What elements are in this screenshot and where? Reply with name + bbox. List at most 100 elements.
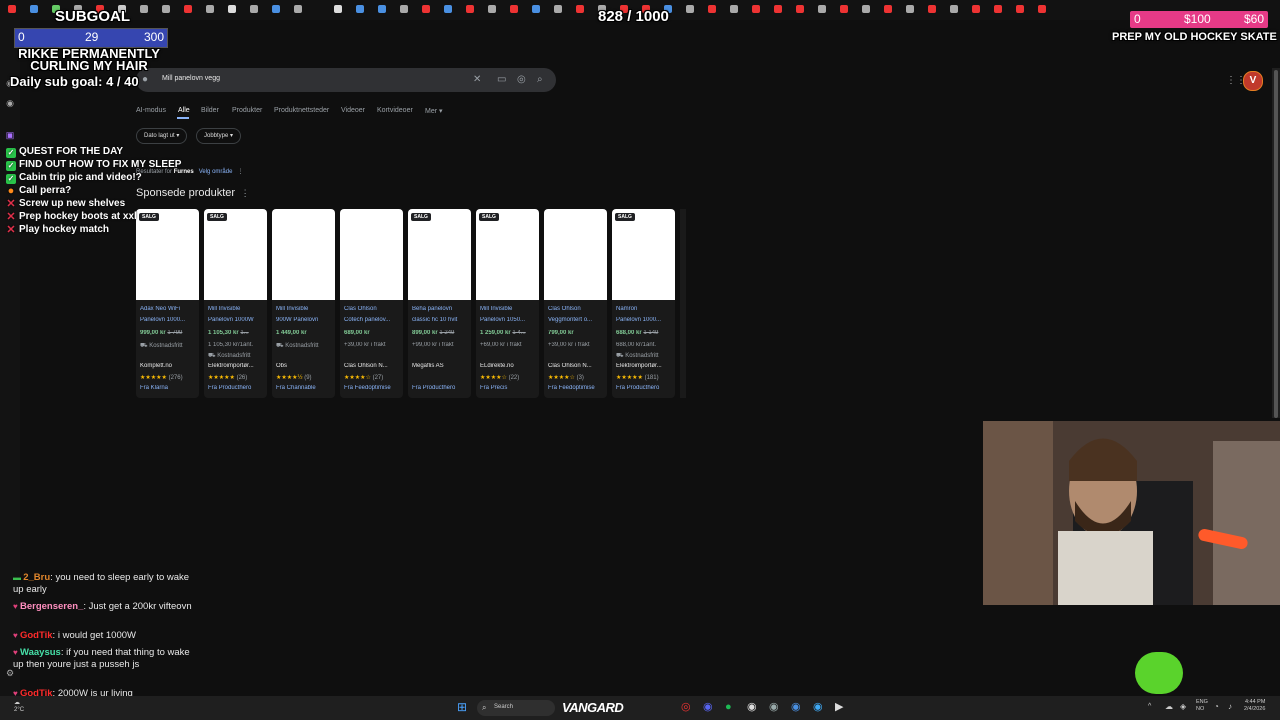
tab-images[interactable]: Bilder xyxy=(201,107,219,114)
product-image[interactable] xyxy=(408,209,471,300)
product-card[interactable]: SALG Beha panelovn classic hc 10 hvit 899,0… xyxy=(408,209,471,398)
tab-ai-mode[interactable]: AI-modus xyxy=(136,107,166,114)
merchant-link[interactable]: Fra Feedoptimise xyxy=(344,385,401,391)
volume-icon[interactable]: ♪ xyxy=(1228,702,1232,711)
whatsapp-icon[interactable]: ◉ xyxy=(5,98,15,108)
clock[interactable]: 4:44 PM 2/4/2026 xyxy=(1244,699,1265,713)
tab-favicon-icon[interactable] xyxy=(294,5,302,13)
product-image[interactable] xyxy=(136,209,199,300)
choose-area-link[interactable]: Velg område xyxy=(199,169,233,175)
search-icon[interactable]: ⌕ xyxy=(537,74,543,86)
tab-favicon-icon[interactable] xyxy=(488,5,496,13)
tab-favicon-icon[interactable] xyxy=(162,5,170,13)
tab-favicon-icon[interactable] xyxy=(686,5,694,13)
chat-username[interactable]: 2_Bru xyxy=(23,572,50,583)
obs-icon[interactable]: ◉ xyxy=(747,701,757,713)
tab-favicon-icon[interactable] xyxy=(774,5,782,13)
tab-favicon-icon[interactable] xyxy=(818,5,826,13)
start-icon[interactable]: ⊞ xyxy=(457,701,469,713)
tab-favicon-icon[interactable] xyxy=(510,5,518,13)
tab-favicon-icon[interactable] xyxy=(334,5,342,13)
product-image[interactable] xyxy=(204,209,267,300)
product-image[interactable] xyxy=(476,209,539,300)
tab-more[interactable]: Mer ▾ xyxy=(425,107,443,115)
taskbar-search[interactable]: ⌕ Search xyxy=(477,700,555,716)
tab-favicon-icon[interactable] xyxy=(140,5,148,13)
product-card-partial[interactable] xyxy=(680,209,686,398)
merchant-link[interactable]: Fra Klarna xyxy=(140,385,197,391)
tab-favicon-icon[interactable] xyxy=(250,5,258,13)
product-card[interactable]: SALG Namron Panelovn 1000... 688,00 kr 1 14… xyxy=(612,209,675,398)
merchant-link[interactable]: Fra Precis xyxy=(480,385,537,391)
filter-job-type[interactable]: Jobbtype ▾ xyxy=(196,128,242,144)
keyboard-icon[interactable]: ▭ xyxy=(497,74,506,86)
merchant-link[interactable]: Fra Producthero xyxy=(412,385,469,391)
tab-favicon-icon[interactable] xyxy=(554,5,562,13)
tab-favicon-icon[interactable] xyxy=(928,5,936,13)
product-card[interactable]: Mill Invisible 900W Panelovn 1 449,00 kr ⛟ … xyxy=(272,209,335,398)
tab-favicon-icon[interactable] xyxy=(906,5,914,13)
tab-favicon-icon[interactable] xyxy=(532,5,540,13)
merchant-link[interactable]: Fra Producthero xyxy=(208,385,265,391)
tray-overflow-icon[interactable]: ^ xyxy=(1148,703,1151,710)
tab-favicon-icon[interactable] xyxy=(950,5,958,13)
tab-favicon-icon[interactable] xyxy=(708,5,716,13)
tab-short-videos[interactable]: Kortvideoer xyxy=(377,107,413,114)
tab-favicon-icon[interactable] xyxy=(862,5,870,13)
opera-icon[interactable]: ◎ xyxy=(681,701,691,713)
media-player-icon[interactable]: ▶ xyxy=(835,701,843,713)
network-icon[interactable]: ☁ xyxy=(1165,702,1173,711)
product-card[interactable]: Clas Ohlson Veggmontert o... 799,00 kr +39,… xyxy=(544,209,607,398)
tab-favicon-icon[interactable] xyxy=(466,5,474,13)
tab-favicon-icon[interactable] xyxy=(752,5,760,13)
wifi-icon[interactable]: ◔ xyxy=(1214,702,1219,711)
product-card[interactable]: SALG Mill Invisible Panelovn 1000W 1 105,30… xyxy=(204,209,267,398)
product-card[interactable]: SALG Adax Neo WiFi Panelovn 1000... 999,00 … xyxy=(136,209,199,398)
steam-icon[interactable]: ◉ xyxy=(769,701,779,713)
tab-favicon-icon[interactable] xyxy=(994,5,1002,13)
tab-favicon-icon[interactable] xyxy=(1016,5,1024,13)
tab-favicon-icon[interactable] xyxy=(576,5,584,13)
shield-icon[interactable]: ◈ xyxy=(1180,702,1186,711)
tab-favicon-icon[interactable] xyxy=(356,5,364,13)
tab-favicon-icon[interactable] xyxy=(206,5,214,13)
weather-widget[interactable]: ☁ 2°C xyxy=(14,700,24,714)
product-image[interactable] xyxy=(612,209,675,300)
tab-favicon-icon[interactable] xyxy=(184,5,192,13)
tab-products[interactable]: Produkter xyxy=(232,107,262,114)
chrome-icon[interactable]: ◉ xyxy=(791,701,801,713)
twitch-icon[interactable]: ▣ xyxy=(5,130,15,140)
chat-username[interactable]: Waaysus xyxy=(20,647,61,658)
lens-icon[interactable]: ◎ xyxy=(517,74,526,86)
language-indicator[interactable]: ENG NO xyxy=(1196,699,1208,713)
tab-favicon-icon[interactable] xyxy=(30,5,38,13)
tab-favicon-icon[interactable] xyxy=(730,5,738,13)
tab-favicon-icon[interactable] xyxy=(972,5,980,13)
tab-favicon-icon[interactable] xyxy=(840,5,848,13)
tab-product-sites[interactable]: Produktnettsteder xyxy=(274,107,329,114)
tab-favicon-icon[interactable] xyxy=(400,5,408,13)
account-avatar[interactable]: V xyxy=(1243,71,1263,91)
edge-icon[interactable]: ◉ xyxy=(813,701,823,713)
chat-username[interactable]: GodTik xyxy=(20,630,53,641)
product-card[interactable]: SALG Mill Invisible Panelovn 1050... 1 259,… xyxy=(476,209,539,398)
spotify-icon[interactable]: ● xyxy=(725,701,732,713)
product-image[interactable] xyxy=(272,209,335,300)
tab-favicon-icon[interactable] xyxy=(1038,5,1046,13)
tab-all[interactable]: Alle xyxy=(178,107,190,114)
product-image[interactable] xyxy=(340,209,403,300)
clear-icon[interactable]: ✕ xyxy=(473,74,481,86)
tab-favicon-icon[interactable] xyxy=(272,5,280,13)
tab-favicon-icon[interactable] xyxy=(378,5,386,13)
scrollbar-thumb[interactable] xyxy=(1274,70,1278,418)
merchant-link[interactable]: Fra Producthero xyxy=(616,385,673,391)
tab-favicon-icon[interactable] xyxy=(228,5,236,13)
tab-favicon-icon[interactable] xyxy=(796,5,804,13)
google-logo-icon[interactable]: ● xyxy=(142,74,148,86)
merchant-link[interactable]: Fra Channable xyxy=(276,385,333,391)
search-input[interactable]: Mill panelovn vegg xyxy=(162,75,220,82)
tab-favicon-icon[interactable] xyxy=(8,5,16,13)
filter-date-posted[interactable]: Dato lagt ut ▾ xyxy=(136,128,188,144)
more-options-icon[interactable]: ⋮ xyxy=(237,169,243,175)
tab-favicon-icon[interactable] xyxy=(884,5,892,13)
